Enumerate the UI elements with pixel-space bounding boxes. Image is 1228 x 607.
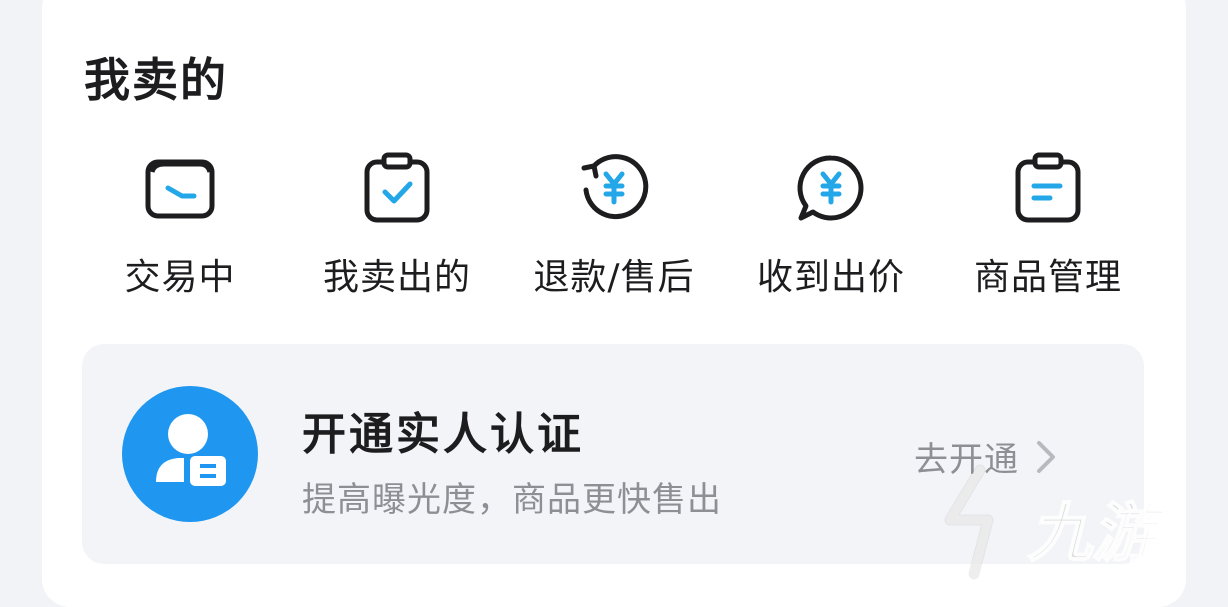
- clipboard-list-icon: [1015, 152, 1081, 223]
- action-refund[interactable]: 退款/售后: [506, 150, 722, 300]
- seller-actions: 交易中 我卖出的 退款/售后 收到出价 商品管理: [72, 150, 1156, 300]
- action-offers[interactable]: 收到出价: [723, 150, 939, 300]
- user-id-card-icon: [156, 414, 226, 486]
- action-label: 交易中: [124, 257, 236, 298]
- avatar: [122, 386, 258, 522]
- clipboard-check-icon: [364, 152, 430, 223]
- verify-title: 开通实人认证: [302, 409, 584, 460]
- go-activate-button[interactable]: 去开通: [914, 432, 1059, 481]
- verify-subtitle: 提高曝光度，商品更快售出: [302, 480, 722, 520]
- real-name-verify-banner[interactable]: 开通实人认证 提高曝光度，商品更快售出 去开通: [82, 344, 1144, 564]
- action-label: 商品管理: [973, 257, 1122, 298]
- action-label: 我卖出的: [322, 257, 471, 298]
- offer-bubble-yen-icon: [797, 155, 864, 221]
- refund-yen-icon: [581, 154, 649, 220]
- chevron-right-icon: [1037, 440, 1055, 473]
- wallet-icon: [145, 159, 215, 219]
- action-sold[interactable]: 我卖出的: [289, 150, 505, 300]
- go-activate-label: 去开通: [914, 440, 1019, 480]
- section-title: 我卖的: [84, 53, 228, 107]
- action-trading[interactable]: 交易中: [72, 150, 288, 300]
- action-label: 收到出价: [756, 257, 905, 298]
- action-label: 退款/售后: [533, 257, 695, 298]
- action-manage-goods[interactable]: 商品管理: [940, 150, 1156, 300]
